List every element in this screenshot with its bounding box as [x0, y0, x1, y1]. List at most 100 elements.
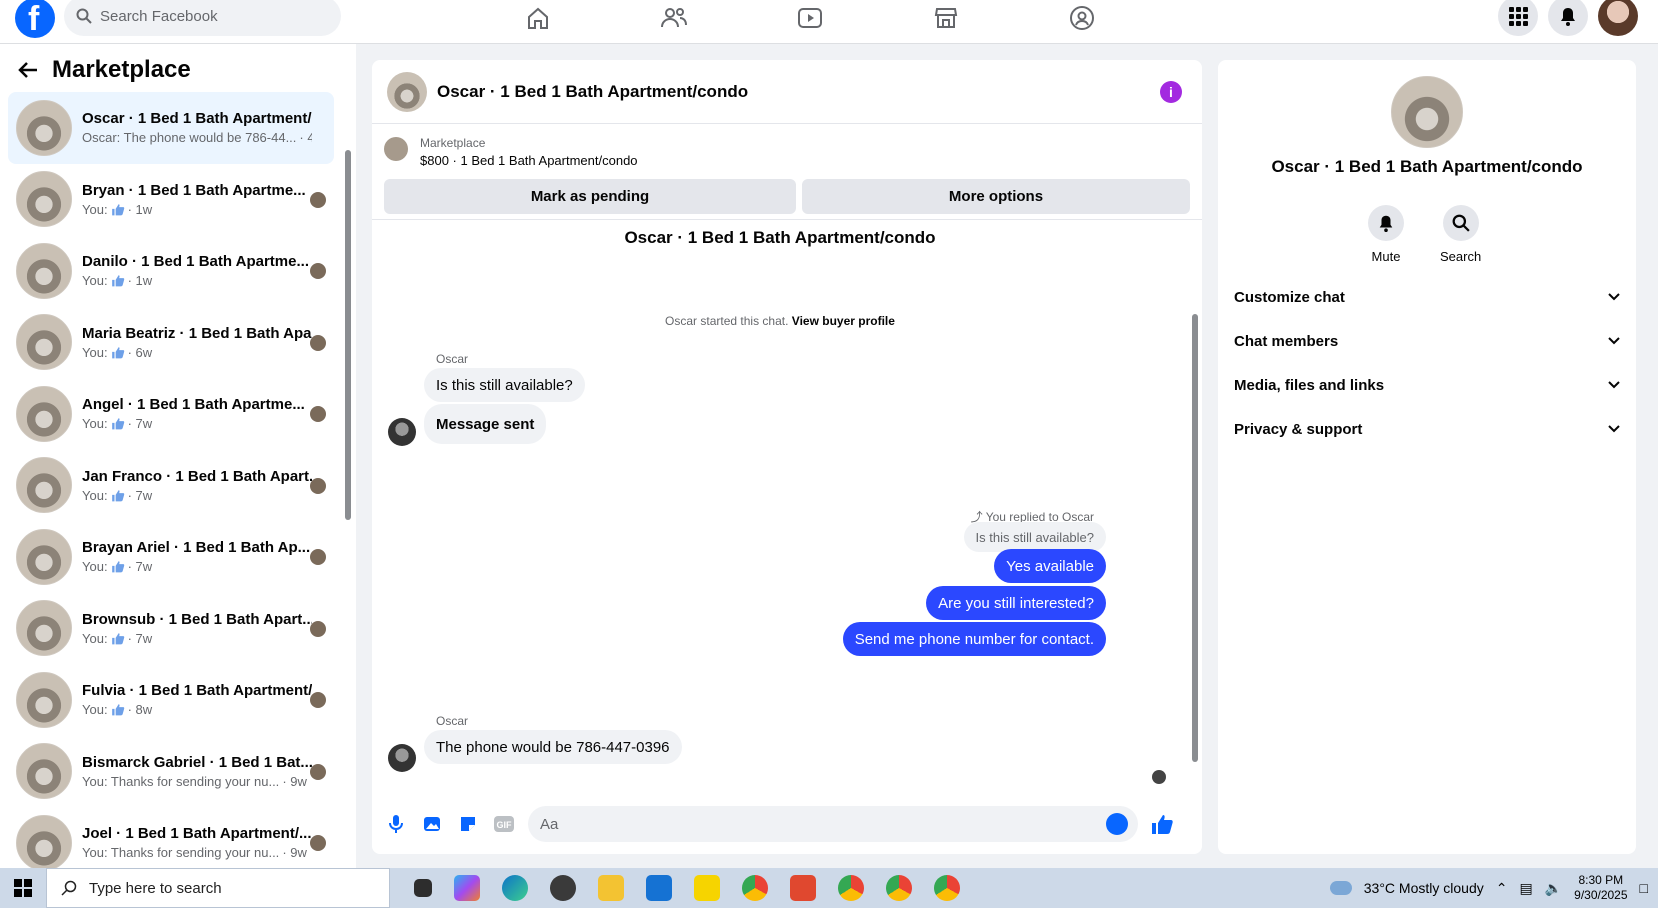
- listing-thumbnail[interactable]: [384, 137, 408, 161]
- taskbar-search-input[interactable]: Type here to search: [46, 868, 390, 908]
- more-options-button[interactable]: More options: [802, 179, 1190, 214]
- emoji-icon[interactable]: [1106, 813, 1128, 835]
- profile-avatar[interactable]: [1598, 0, 1638, 36]
- view-buyer-profile-link[interactable]: View buyer profile: [792, 314, 895, 328]
- chrome-profile-icon[interactable]: [886, 875, 912, 901]
- details-menu-item[interactable]: Media, files and links: [1234, 363, 1620, 407]
- conversation-item[interactable]: Jan Franco · 1 Bed 1 Bath Apart... You: · …: [8, 450, 334, 522]
- listing-thumbnail: [16, 457, 72, 514]
- tray-chevron-icon[interactable]: ⌃: [1496, 880, 1508, 897]
- network-icon[interactable]: ▤: [1519, 880, 1532, 897]
- photo-icon[interactable]: [420, 812, 444, 836]
- like-thumb-icon: [111, 347, 124, 359]
- details-menu-item[interactable]: Chat members: [1234, 319, 1620, 363]
- facebook-logo-icon[interactable]: f: [15, 0, 55, 38]
- notifications-bell-icon[interactable]: [1548, 0, 1588, 36]
- notification-center-icon[interactable]: □: [1640, 880, 1648, 896]
- mark-as-pending-button[interactable]: Mark as pending: [384, 179, 796, 214]
- like-thumb-icon[interactable]: [1150, 812, 1174, 836]
- task-view-icon[interactable]: [414, 879, 432, 897]
- conversation-preview: Oscar: The phone would be 786-44...· 4h: [82, 130, 312, 146]
- conversation-title: Bryan · 1 Bed 1 Bath Apartme...: [82, 181, 306, 199]
- windows-start-icon[interactable]: [0, 868, 46, 908]
- groups-icon[interactable]: [1064, 0, 1100, 36]
- listing-profile-photo[interactable]: [1391, 76, 1463, 148]
- search-label: Search: [1440, 249, 1482, 264]
- mute-button[interactable]: Mute: [1368, 205, 1404, 264]
- weather-text[interactable]: 33°C Mostly cloudy: [1364, 880, 1484, 896]
- conversation-item[interactable]: Bismarck Gabriel · 1 Bed 1 Bat... You: Th…: [8, 736, 334, 808]
- file-explorer-icon[interactable]: [598, 875, 624, 901]
- app-icon[interactable]: [790, 875, 816, 901]
- system-clock[interactable]: 8:30 PM 9/30/2025: [1574, 873, 1627, 903]
- conversation-item[interactable]: Angel · 1 Bed 1 Bath Apartme... You: · 7w: [8, 378, 334, 450]
- search-in-chat-button[interactable]: Search: [1440, 205, 1481, 264]
- chrome-profile-icon[interactable]: [934, 875, 960, 901]
- menu-grid-icon[interactable]: [1498, 0, 1538, 36]
- sticky-notes-icon[interactable]: [694, 875, 720, 901]
- message-input[interactable]: Aa: [528, 806, 1138, 842]
- back-arrow-icon[interactable]: [18, 61, 38, 79]
- bell-icon: [1379, 215, 1393, 232]
- gif-icon[interactable]: GIF: [492, 812, 516, 836]
- conversation-preview: You: · 7w: [82, 559, 153, 575]
- edge-icon[interactable]: [502, 875, 528, 901]
- clock-date: 9/30/2025: [1574, 888, 1628, 902]
- clock-time: 8:30 PM: [1578, 873, 1624, 887]
- incoming-message[interactable]: Message sent: [424, 404, 547, 444]
- marketplace-icon[interactable]: [928, 0, 964, 36]
- listing-thumbnail: [16, 671, 72, 728]
- friends-icon[interactable]: [656, 0, 692, 36]
- conversation-title: Joel · 1 Bed 1 Bath Apartment/...: [82, 825, 312, 843]
- search-input[interactable]: Search Facebook: [64, 0, 341, 36]
- conversation-item[interactable]: Oscar · 1 Bed 1 Bath Apartment/... Oscar:…: [8, 92, 334, 164]
- quoted-message[interactable]: Is this still available?: [963, 522, 1106, 552]
- info-icon[interactable]: i: [1160, 80, 1182, 103]
- chevron-down-icon: [1608, 381, 1620, 389]
- outgoing-message[interactable]: Send me phone number for contact.: [842, 622, 1106, 656]
- like-thumb-icon: [111, 418, 124, 430]
- conversation-item[interactable]: Brayan Ariel · 1 Bed 1 Bath Ap... You: · 7…: [8, 521, 334, 593]
- listing-price-title[interactable]: $800 · 1 Bed 1 Bath Apartment/condo: [420, 153, 638, 168]
- outgoing-message[interactable]: Are you still interested?: [926, 586, 1106, 620]
- incoming-message[interactable]: The phone would be 786-447-0396: [424, 730, 682, 764]
- sender-avatar[interactable]: [388, 744, 416, 772]
- outgoing-message[interactable]: Yes available: [994, 549, 1106, 583]
- store-icon[interactable]: [646, 875, 672, 901]
- conversation-preview: You: · 7w: [82, 487, 153, 503]
- conversation-item[interactable]: Danilo · 1 Bed 1 Bath Apartme... You: · 1w: [8, 235, 334, 307]
- sticker-icon[interactable]: [456, 812, 480, 836]
- sidebar-scrollbar[interactable]: [344, 100, 352, 864]
- conversation-title: Fulvia · 1 Bed 1 Bath Apartment/...: [82, 682, 312, 700]
- conversation-item[interactable]: Brownsub · 1 Bed 1 Bath Apart... You: · 7w: [8, 593, 334, 665]
- weather-cloud-icon[interactable]: [1329, 881, 1352, 895]
- microphone-icon[interactable]: [384, 812, 408, 836]
- details-menu-label: Chat members: [1234, 332, 1339, 350]
- mute-label: Mute: [1371, 249, 1401, 264]
- chrome-profile-icon[interactable]: [838, 875, 864, 901]
- sender-avatar[interactable]: [388, 418, 416, 446]
- search-placeholder: Search Facebook: [100, 7, 218, 25]
- buyer-avatar: [310, 477, 326, 494]
- chat-header-title[interactable]: Oscar · 1 Bed 1 Bath Apartment/condo: [437, 82, 1150, 102]
- details-menu-item[interactable]: Customize chat: [1234, 275, 1620, 319]
- like-thumb-icon: [111, 561, 124, 573]
- conversation-preview: You: · 8w: [82, 702, 153, 718]
- conversation-item[interactable]: Fulvia · 1 Bed 1 Bath Apartment/... You: ·…: [8, 664, 334, 736]
- volume-icon[interactable]: 🔈: [1545, 880, 1562, 897]
- thread-scrollbar[interactable]: [1190, 222, 1200, 792]
- watch-icon[interactable]: [792, 0, 828, 36]
- conversation-item[interactable]: Bryan · 1 Bed 1 Bath Apartme... You: · 1w: [8, 164, 334, 236]
- details-menu-item[interactable]: Privacy & support: [1234, 407, 1620, 451]
- conversation-item[interactable]: Maria Beatriz · 1 Bed 1 Bath Apar... You:…: [8, 307, 334, 379]
- copilot-icon[interactable]: [454, 875, 480, 901]
- home-icon[interactable]: [520, 0, 556, 36]
- incoming-message[interactable]: Is this still available?: [424, 368, 585, 402]
- buyer-avatar: [310, 406, 326, 422]
- chrome-icon[interactable]: [742, 875, 768, 901]
- listing-thumbnail: [16, 528, 72, 585]
- snipping-tool-icon[interactable]: [550, 875, 576, 901]
- conversation-preview: You: Thanks for sending your nu... · 9w: [82, 773, 307, 789]
- message-thread: Oscar · 1 Bed 1 Bath Apartment/condo Osc…: [372, 222, 1202, 792]
- listing-photo: [387, 71, 427, 112]
